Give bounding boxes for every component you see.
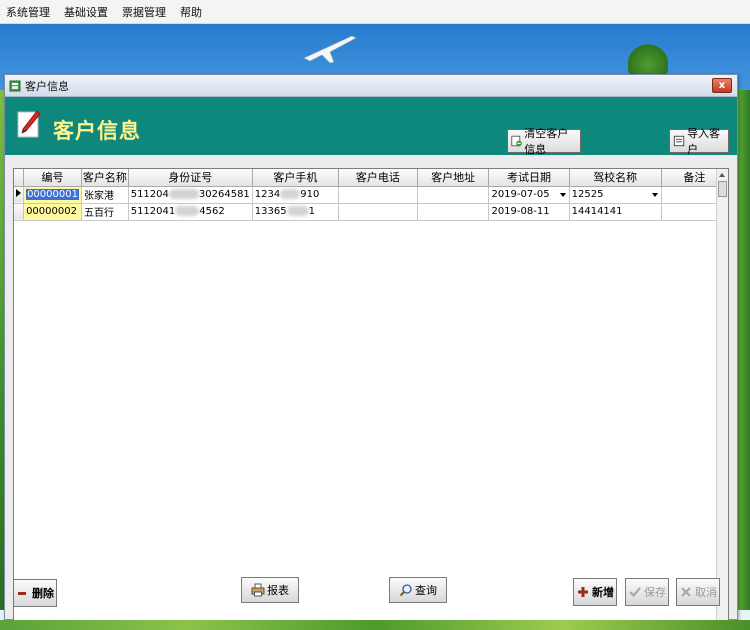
printer-icon bbox=[251, 583, 265, 597]
row-indicator-header bbox=[14, 169, 25, 187]
background-grass bbox=[0, 620, 750, 630]
cell-phone[interactable] bbox=[338, 186, 418, 204]
column-header-school[interactable]: 驾校名称 bbox=[569, 169, 662, 187]
cell-address[interactable] bbox=[417, 186, 490, 204]
cell-phone[interactable] bbox=[338, 203, 418, 221]
cell-name[interactable]: 张家港 bbox=[81, 186, 129, 204]
import-customers-button[interactable]: 导入客户 bbox=[669, 127, 729, 156]
table-header-row: 编号 客户名称 身份证号 客户手机 客户电话 客户地址 考试日期 驾校名称 备注 bbox=[14, 169, 728, 187]
clear-sheet-icon bbox=[511, 135, 522, 147]
window-icon bbox=[9, 80, 21, 91]
page-title: 客户信息 bbox=[53, 119, 141, 143]
pencil-icon bbox=[17, 110, 41, 138]
menu-system[interactable]: 系统管理 bbox=[0, 4, 58, 20]
add-label: 新增 bbox=[592, 586, 614, 599]
redaction-blur bbox=[280, 189, 301, 199]
cancel-button[interactable]: 取消 bbox=[676, 578, 720, 606]
cell-school[interactable]: 14414141 bbox=[569, 203, 662, 221]
cell-id-card[interactable]: 5112041 4562 bbox=[128, 203, 253, 221]
column-header-exam-date[interactable]: 考试日期 bbox=[488, 169, 570, 187]
menu-bar: 系统管理 基础设置 票据管理 帮助 bbox=[0, 0, 750, 24]
report-label: 报表 bbox=[267, 584, 289, 597]
column-header-id[interactable]: 编号 bbox=[23, 169, 82, 187]
minus-icon bbox=[18, 592, 26, 595]
window-titlebar[interactable]: 客户信息 x bbox=[5, 75, 737, 97]
cell-mobile[interactable]: 13365 1 bbox=[252, 203, 340, 221]
cancel-label: 取消 bbox=[695, 586, 717, 599]
dropdown-arrow-icon[interactable] bbox=[559, 192, 566, 197]
row-pointer-icon bbox=[16, 189, 22, 197]
dropdown-arrow-icon[interactable] bbox=[651, 192, 658, 197]
column-header-address[interactable]: 客户地址 bbox=[417, 169, 490, 187]
cell-school[interactable]: 12525 bbox=[569, 186, 662, 204]
search-icon bbox=[399, 584, 412, 597]
cell-id[interactable]: 00000001 bbox=[23, 186, 82, 204]
cell-name[interactable]: 五百行 bbox=[81, 203, 129, 221]
scroll-thumb[interactable] bbox=[718, 181, 727, 197]
column-header-phone[interactable]: 客户电话 bbox=[338, 169, 418, 187]
cell-exam-date[interactable]: 2019-08-11 bbox=[488, 203, 570, 221]
column-header-id-card[interactable]: 身份证号 bbox=[128, 169, 253, 187]
cell-id-card[interactable]: 511204 30264581 bbox=[128, 186, 253, 204]
query-button[interactable]: 查询 bbox=[389, 577, 447, 603]
grid-vertical-scrollbar[interactable] bbox=[716, 169, 728, 630]
menu-help[interactable]: 帮助 bbox=[174, 4, 210, 20]
cross-icon bbox=[681, 587, 691, 597]
report-button[interactable]: 报表 bbox=[241, 577, 299, 603]
delete-button[interactable]: 删除 bbox=[13, 579, 57, 607]
redaction-blur bbox=[168, 189, 199, 199]
cell-address[interactable] bbox=[417, 203, 490, 221]
table-row[interactable]: 00000002 五百行 5112041 4562 13365 1 2019-08-… bbox=[14, 203, 728, 221]
save-button[interactable]: 保存 bbox=[625, 578, 669, 606]
scroll-up-icon[interactable] bbox=[719, 173, 725, 177]
customer-table: 编号 客户名称 身份证号 客户手机 客户电话 客户地址 考试日期 驾校名称 备注… bbox=[14, 169, 728, 221]
clear-customers-button[interactable]: 清空客户信息 bbox=[507, 127, 581, 156]
import-customers-label: 导入客户 bbox=[687, 127, 721, 156]
redaction-blur bbox=[286, 206, 309, 216]
menu-ticket-management[interactable]: 票据管理 bbox=[116, 4, 174, 20]
cell-exam-date[interactable]: 2019-07-05 bbox=[488, 186, 570, 204]
customer-info-window: 客户信息 x 客户信息 清空客户信息 导入客户 编号 客户名称 身份证号 客户手… bbox=[4, 74, 738, 630]
customer-grid[interactable]: 编号 客户名称 身份证号 客户手机 客户电话 客户地址 考试日期 驾校名称 备注… bbox=[13, 168, 729, 630]
table-row[interactable]: 00000001 张家港 511204 30264581 1234 910 2019… bbox=[14, 186, 728, 204]
clear-customers-label: 清空客户信息 bbox=[524, 127, 569, 156]
query-label: 查询 bbox=[415, 584, 437, 597]
import-icon bbox=[673, 135, 685, 147]
row-indicator bbox=[14, 203, 25, 221]
save-label: 保存 bbox=[644, 586, 666, 599]
cell-mobile[interactable]: 1234 910 bbox=[252, 186, 340, 204]
cell-id[interactable]: 00000002 bbox=[23, 203, 82, 221]
window-close-button[interactable]: x bbox=[712, 78, 732, 93]
plus-icon bbox=[578, 587, 588, 597]
background-tree bbox=[628, 44, 668, 74]
column-header-name[interactable]: 客户名称 bbox=[81, 169, 129, 187]
delete-label: 删除 bbox=[32, 587, 54, 600]
add-button[interactable]: 新增 bbox=[573, 578, 617, 606]
window-title: 客户信息 bbox=[25, 79, 69, 93]
form-header: 客户信息 清空客户信息 导入客户 bbox=[5, 97, 737, 156]
airplane-icon bbox=[303, 35, 357, 64]
checkmark-icon bbox=[629, 587, 641, 598]
current-row-indicator bbox=[14, 186, 25, 204]
menu-basic-settings[interactable]: 基础设置 bbox=[58, 4, 116, 20]
column-header-mobile[interactable]: 客户手机 bbox=[252, 169, 340, 187]
redaction-blur bbox=[175, 206, 200, 216]
